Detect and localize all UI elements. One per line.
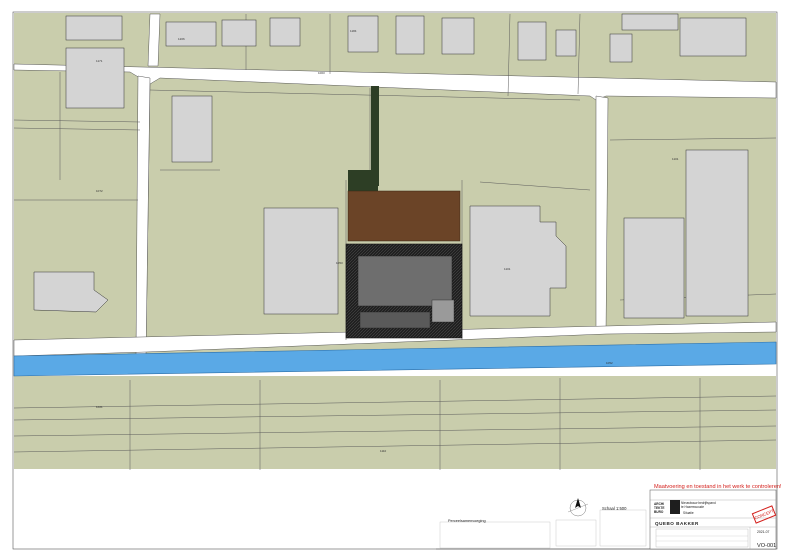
- warning-text: Maatvoering en toestand in het werk te c…: [654, 484, 782, 490]
- svg-text:1003: 1003: [318, 71, 325, 75]
- svg-text:1171: 1171: [96, 59, 103, 63]
- site-plan-drawing: 1171 1206 1184 1072 1003 1053 1101 1101 …: [12, 11, 778, 550]
- brown-plot: [347, 190, 461, 242]
- project-subtitle: te Hazerswoude: [681, 505, 705, 509]
- svg-text:1206: 1206: [178, 37, 185, 41]
- scale-label: Schaal 1:500: [602, 506, 627, 511]
- svg-text:1021: 1021: [96, 405, 103, 409]
- logo-text: ARCHI TEKTE BURO: [654, 502, 665, 514]
- svg-text:1101: 1101: [672, 157, 679, 161]
- svg-text:1184: 1184: [350, 29, 357, 33]
- status-label: Situatie: [683, 511, 694, 515]
- drawing-date: 2021-07: [757, 530, 770, 534]
- svg-text:1110: 1110: [380, 449, 387, 453]
- svg-text:1052: 1052: [606, 361, 613, 365]
- svg-text:1053: 1053: [336, 261, 343, 265]
- sheet-number: VO-001: [757, 543, 777, 549]
- firm-name: QUEBO BAKKER: [655, 521, 699, 526]
- svg-text:1072: 1072: [96, 189, 103, 193]
- svg-text:1101: 1101: [504, 267, 511, 271]
- new-building: [345, 243, 463, 339]
- section-heading: Perceelsamenvoeging: [448, 519, 486, 523]
- green-strip-lower: [348, 170, 378, 192]
